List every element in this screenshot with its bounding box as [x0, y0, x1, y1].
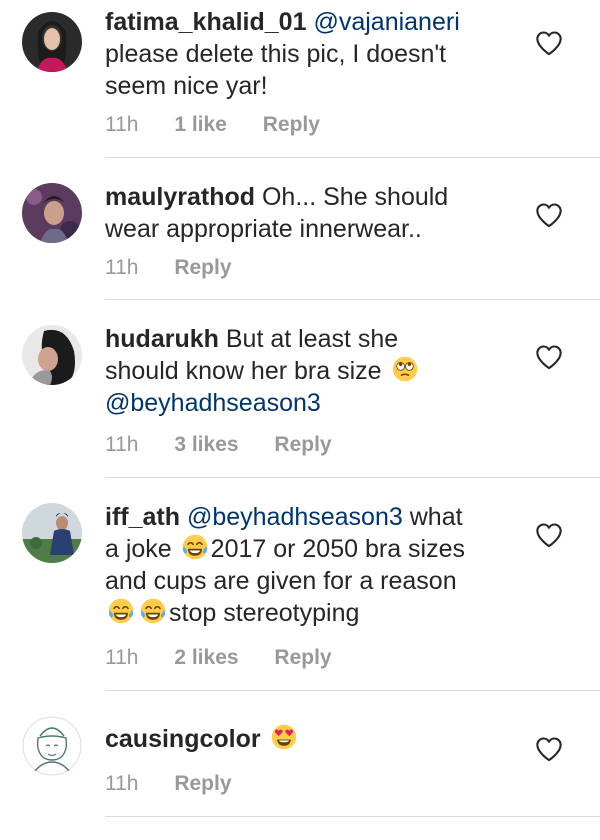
- comment-line: a joke: [105, 535, 172, 563]
- comment-username[interactable]: iff_ath: [105, 503, 180, 531]
- avatar[interactable]: [22, 716, 82, 776]
- comment-time: 11h: [105, 113, 139, 136]
- comment-likes[interactable]: 3 likes: [174, 433, 238, 456]
- comment-meta: 11h 3 likes Reply: [105, 433, 362, 457]
- comment-mention[interactable]: @vajanianeri: [313, 8, 459, 36]
- comment-username[interactable]: hudarukh: [105, 325, 219, 353]
- comment-username[interactable]: causingcolor: [105, 725, 261, 753]
- comment-line: stop stereotyping: [169, 599, 360, 627]
- reply-button[interactable]: Reply: [274, 433, 331, 456]
- heart-outline-icon[interactable]: [535, 30, 563, 56]
- comment-meta: 11h 2 likes Reply: [105, 646, 362, 670]
- comment-text: hudarukh But at least she should know he…: [105, 323, 505, 419]
- avatar[interactable]: [22, 503, 82, 563]
- comment-username[interactable]: fatima_khalid_01: [105, 8, 307, 36]
- comment-line: 2017 or 2050 bra sizes: [210, 535, 466, 563]
- comment-line: wear appropriate innerwear..: [105, 215, 422, 243]
- comment-line: and cups are given for a reason: [105, 567, 457, 595]
- comment-meta: 11h 1 like Reply: [105, 113, 350, 137]
- heart-outline-icon[interactable]: [535, 522, 563, 548]
- comment-text: causingcolor: [105, 723, 505, 755]
- comment-line: But at least she: [225, 325, 399, 353]
- face-with-tears-of-joy-icon: [107, 597, 135, 625]
- comment-line: what: [409, 503, 463, 531]
- face-with-rolling-eyes-icon: [391, 355, 419, 383]
- comment-text: iff_ath @beyhadhseason3 what a joke 2017…: [105, 501, 505, 629]
- comment-line: seem nice yar!: [105, 72, 268, 100]
- comment-meta: 11h Reply: [105, 256, 262, 280]
- comment-text: maulyrathod Oh... She should wear approp…: [105, 181, 505, 245]
- reply-button[interactable]: Reply: [174, 772, 231, 795]
- comment-text: fatima_khalid_01 @vajanianeri please del…: [105, 6, 505, 102]
- comment-likes[interactable]: 2 likes: [174, 646, 238, 669]
- face-with-tears-of-joy-icon: [181, 533, 209, 561]
- comment-time: 11h: [105, 256, 139, 279]
- reply-button[interactable]: Reply: [174, 256, 231, 279]
- divider: [105, 299, 600, 300]
- divider: [105, 816, 600, 817]
- face-with-tears-of-joy-icon: [139, 597, 167, 625]
- heart-outline-icon[interactable]: [535, 736, 563, 762]
- comment-line: please delete this pic, I doesn't: [105, 40, 447, 68]
- comment-username[interactable]: maulyrathod: [105, 183, 255, 211]
- avatar[interactable]: [22, 12, 82, 72]
- heart-outline-icon[interactable]: [535, 344, 563, 370]
- comment-meta: 11h Reply: [105, 772, 262, 796]
- comment-time: 11h: [105, 772, 139, 795]
- comment-time: 11h: [105, 433, 139, 456]
- heart-outline-icon[interactable]: [535, 202, 563, 228]
- comment-line: Oh... She should: [261, 183, 449, 211]
- reply-button[interactable]: Reply: [263, 113, 320, 136]
- divider: [105, 690, 600, 691]
- comment-likes[interactable]: 1 like: [174, 113, 227, 136]
- smiling-face-with-heart-eyes-icon: [270, 723, 298, 751]
- comment-line: should know her bra size: [105, 357, 382, 385]
- divider: [105, 477, 600, 478]
- comment-time: 11h: [105, 646, 139, 669]
- avatar[interactable]: [22, 183, 82, 243]
- reply-button[interactable]: Reply: [274, 646, 331, 669]
- divider: [105, 157, 600, 158]
- comment-mention[interactable]: @beyhadhseason3: [105, 389, 321, 417]
- avatar[interactable]: [22, 325, 82, 385]
- comment-mention[interactable]: @beyhadhseason3: [187, 503, 403, 531]
